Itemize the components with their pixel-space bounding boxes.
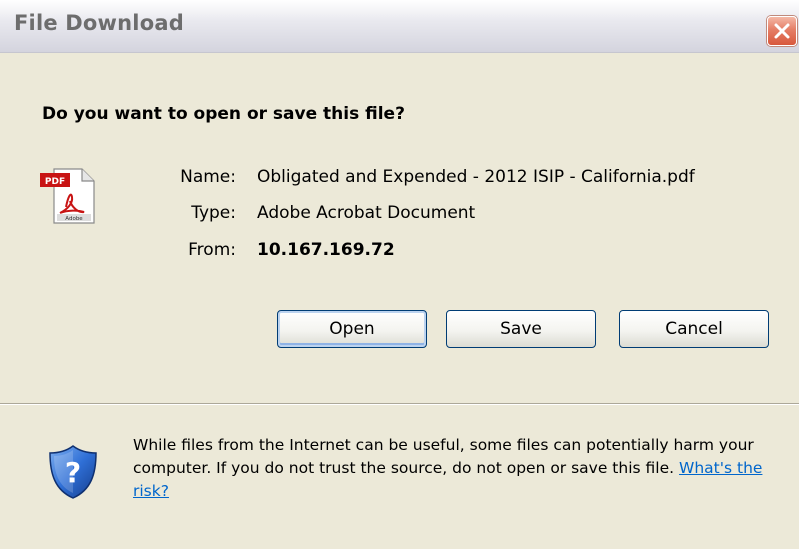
- from-label: From:: [188, 240, 236, 260]
- pdf-file-icon: PDF Adobe: [40, 168, 95, 224]
- open-button[interactable]: Open: [277, 310, 427, 348]
- svg-text:PDF: PDF: [45, 177, 65, 187]
- divider-highlight: [0, 404, 799, 405]
- file-source-value: 10.167.169.72: [257, 240, 395, 260]
- dialog-question: Do you want to open or save this file?: [42, 104, 405, 124]
- cancel-button[interactable]: Cancel: [619, 310, 769, 348]
- file-type-value: Adobe Acrobat Document: [257, 203, 476, 223]
- close-icon: [774, 23, 790, 39]
- close-button[interactable]: [767, 16, 797, 46]
- window-title: File Download: [14, 11, 184, 35]
- security-warning: While files from the Internet can be use…: [133, 434, 793, 503]
- warning-text: While files from the Internet can be use…: [133, 436, 754, 477]
- title-bar[interactable]: File Download: [0, 0, 799, 53]
- svg-text:?: ?: [65, 456, 81, 489]
- save-button[interactable]: Save: [446, 310, 596, 348]
- file-download-dialog: File Download Do you want to open or sav…: [0, 0, 799, 549]
- name-label: Name:: [180, 167, 236, 187]
- svg-text:Adobe: Adobe: [65, 216, 83, 222]
- file-name-value: Obligated and Expended - 2012 ISIP - Cal…: [257, 167, 695, 187]
- type-label: Type:: [191, 203, 236, 223]
- security-shield-question-icon: ?: [49, 445, 97, 499]
